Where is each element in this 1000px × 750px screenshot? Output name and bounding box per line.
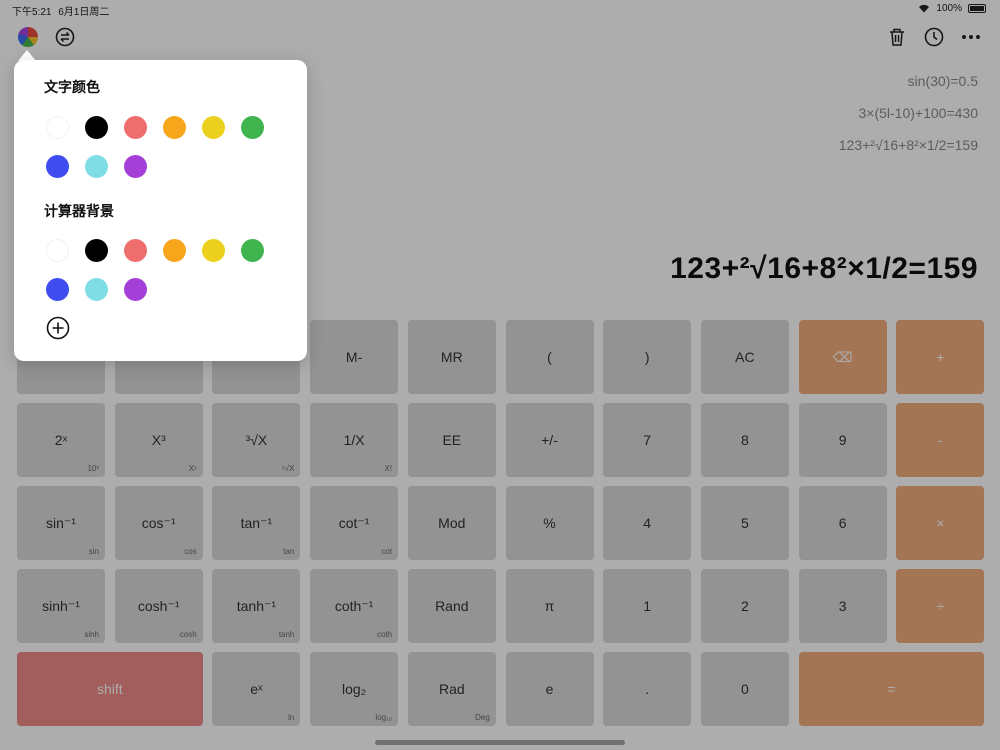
color-swatch[interactable] [124,239,147,262]
text-color-title: 文字颜色 [44,79,100,95]
color-popover: 文字颜色 计算器背景 [14,60,307,361]
color-swatch[interactable] [124,116,147,139]
add-circle-icon[interactable] [46,316,70,340]
color-swatch[interactable] [85,155,108,178]
color-swatch[interactable] [202,116,225,139]
text-color-swatches [46,116,286,178]
home-indicator [375,740,625,745]
color-swatch[interactable] [124,155,147,178]
color-swatch[interactable] [85,239,108,262]
color-swatch[interactable] [46,239,69,262]
color-swatch[interactable] [46,278,69,301]
color-swatch[interactable] [241,116,264,139]
color-swatch[interactable] [241,239,264,262]
color-swatch[interactable] [163,239,186,262]
color-swatch[interactable] [202,239,225,262]
color-swatch[interactable] [163,116,186,139]
color-swatch[interactable] [85,116,108,139]
color-swatch[interactable] [85,278,108,301]
background-title: 计算器背景 [44,203,114,219]
color-swatch[interactable] [46,155,69,178]
color-swatch[interactable] [124,278,147,301]
color-swatch[interactable] [46,116,69,139]
background-swatches [46,239,286,301]
